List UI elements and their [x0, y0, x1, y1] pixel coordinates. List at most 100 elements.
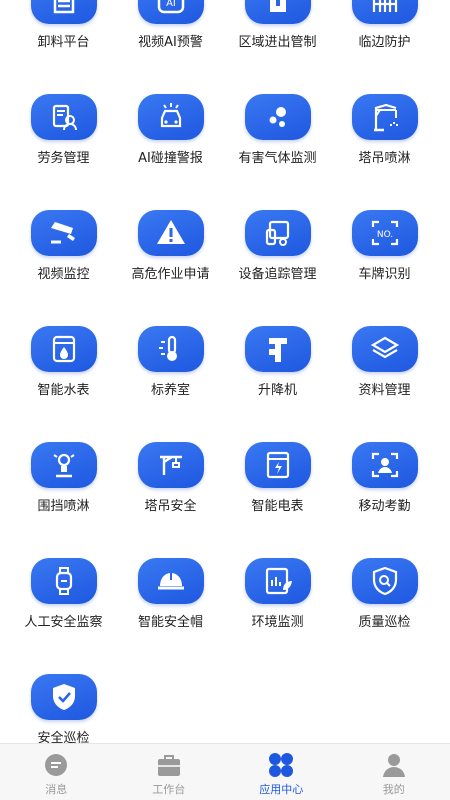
thermometer-icon — [158, 335, 177, 361]
app-label: 有害气体监测 — [238, 151, 317, 166]
app-label: 智能安全帽 — [137, 615, 203, 630]
app-face-scan[interactable]: 移动考勤 — [331, 442, 438, 514]
app-label: 人工安全监察 — [24, 615, 103, 630]
app-water-meter[interactable]: 智能水表 — [10, 326, 117, 398]
app-label: 区域进出管制 — [238, 35, 317, 50]
app-leaf-chart[interactable]: 环境监测 — [224, 558, 331, 630]
app-label: 塔吊喷淋 — [358, 151, 411, 166]
app-electric-meter[interactable]: 智能电表 — [224, 442, 331, 514]
app-tile — [137, 558, 204, 604]
app-shield-search[interactable]: 质量巡检 — [331, 558, 438, 630]
smartwatch-icon — [55, 567, 72, 595]
app-video-ai[interactable]: AI 视频AI预警 — [117, 0, 224, 50]
app-helmet[interactable]: 智能安全帽 — [117, 558, 224, 630]
electric-meter-icon — [266, 451, 289, 479]
app-thermometer[interactable]: 标养室 — [117, 326, 224, 398]
svg-text:AI: AI — [166, 0, 176, 9]
shield-check-icon — [52, 684, 75, 710]
app-tile — [244, 210, 311, 256]
app-plate-recognition[interactable]: NO. 车牌识别 — [331, 210, 438, 282]
app-tile — [30, 326, 97, 372]
app-label: 智能水表 — [37, 383, 90, 398]
app-collision-alarm[interactable]: AI碰撞警报 — [117, 94, 224, 166]
app-label: 视频AI预警 — [138, 35, 203, 50]
tower-crane-spray-icon — [373, 103, 398, 132]
app-tile: NO. — [351, 210, 418, 256]
app-label: 资料管理 — [358, 383, 411, 398]
cctv-camera-icon — [50, 222, 75, 244]
svg-text:NO.: NO. — [376, 230, 392, 240]
unloading-platform-icon — [53, 0, 74, 14]
message-icon — [45, 754, 68, 776]
app-grid: 卸料平台 AI 视频AI预警 区域进出管制 临边防护 劳务管理 AI碰撞警报 有害气体监测 塔吊… — [0, 0, 450, 746]
app-area-access[interactable]: 区域进出管制 — [224, 0, 331, 50]
app-tile — [351, 94, 418, 140]
app-tile — [30, 0, 97, 24]
app-label: 塔吊安全 — [144, 499, 197, 514]
tab-toolbox[interactable]: 工作台 — [113, 744, 226, 800]
app-tile — [137, 94, 204, 140]
app-center-icon — [269, 753, 294, 777]
video-ai-icon: AI — [157, 0, 184, 14]
device-tracking-icon — [265, 220, 289, 246]
app-tile — [244, 94, 311, 140]
edge-protection-icon — [372, 0, 397, 12]
tab-user[interactable]: 我的 — [338, 744, 450, 800]
app-labor-management[interactable]: 劳务管理 — [10, 94, 117, 166]
shield-search-icon — [372, 566, 397, 596]
app-label: 视频监控 — [37, 267, 90, 282]
app-tile — [137, 210, 204, 256]
warning-triangle-icon — [156, 220, 185, 244]
app-edge-protection[interactable]: 临边防护 — [331, 0, 438, 50]
app-device-tracking[interactable]: 设备追踪管理 — [224, 210, 331, 282]
app-label: 卸料平台 — [37, 35, 90, 50]
app-label: AI碰撞警报 — [138, 151, 203, 166]
app-shield-check[interactable]: 安全巡检 — [10, 674, 117, 746]
face-scan-icon — [371, 452, 398, 478]
app-label: 高危作业申请 — [131, 267, 210, 282]
app-label: 设备追踪管理 — [238, 267, 317, 282]
tab-label: 我的 — [382, 783, 405, 796]
elevator-icon — [268, 338, 287, 362]
app-tile — [30, 558, 97, 604]
helmet-icon — [157, 573, 184, 590]
app-tile — [351, 442, 418, 488]
app-layers[interactable]: 资料管理 — [331, 326, 438, 398]
collision-alarm-icon — [160, 103, 181, 128]
user-icon — [382, 754, 405, 777]
app-elevator[interactable]: 升降机 — [224, 326, 331, 398]
app-tile — [244, 442, 311, 488]
app-tower-crane-safety[interactable]: 塔吊安全 — [117, 442, 224, 514]
app-tile — [137, 442, 204, 488]
leaf-chart-icon — [265, 567, 292, 595]
toolbox-icon — [157, 755, 180, 776]
fence-spray-icon — [52, 453, 75, 478]
app-tile — [30, 94, 97, 140]
app-smartwatch[interactable]: 人工安全监察 — [10, 558, 117, 630]
app-fence-spray[interactable]: 围挡喷淋 — [10, 442, 117, 514]
app-label: 质量巡检 — [358, 615, 411, 630]
app-label: 升降机 — [257, 383, 297, 398]
tab-app-center[interactable]: 应用中心 — [225, 744, 338, 800]
app-tile — [137, 326, 204, 372]
tab-label: 工作台 — [152, 783, 186, 796]
area-access-icon — [269, 0, 286, 12]
app-label: 围挡喷淋 — [37, 499, 90, 514]
water-meter-icon — [52, 335, 75, 363]
app-tower-crane-spray[interactable]: 塔吊喷淋 — [331, 94, 438, 166]
app-tile — [244, 558, 311, 604]
app-tile — [351, 0, 418, 24]
bottom-tab-bar: 消息 工作台 应用中心 我的 — [0, 743, 450, 800]
gas-monitor-icon — [269, 107, 286, 127]
app-label: 环境监测 — [251, 615, 304, 630]
app-warning-triangle[interactable]: 高危作业申请 — [117, 210, 224, 282]
app-gas-monitor[interactable]: 有害气体监测 — [224, 94, 331, 166]
layers-icon — [370, 336, 399, 359]
app-unloading-platform[interactable]: 卸料平台 — [10, 0, 117, 50]
app-tile — [30, 210, 97, 256]
app-label: 临边防护 — [358, 35, 411, 50]
tab-message[interactable]: 消息 — [0, 744, 113, 800]
app-cctv-camera[interactable]: 视频监控 — [10, 210, 117, 282]
app-tile — [351, 326, 418, 372]
app-tile — [244, 326, 311, 372]
